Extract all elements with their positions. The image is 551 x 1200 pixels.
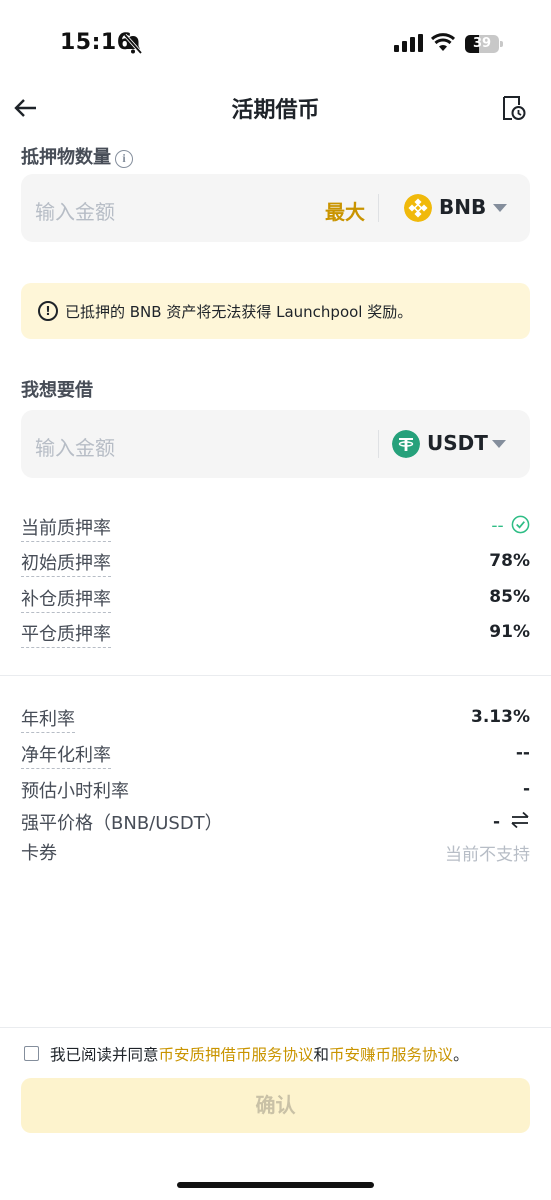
agreement-text: 我已阅读并同意币安质押借币服务协议和币安赚币服务协议。: [50, 1043, 469, 1065]
liquidation-price-label: 强平价格（BNB/USDT）: [21, 813, 223, 834]
current-ltv-value-text: --: [491, 516, 504, 536]
liquidation-ltv-label[interactable]: 平仓质押率: [21, 620, 111, 648]
header: 活期借币: [0, 82, 551, 134]
collateral-label-text: 抵押物数量: [21, 147, 111, 168]
borrow-amount-input[interactable]: 输入金额 USDT: [21, 410, 530, 478]
input-divider: [378, 430, 379, 458]
order-history-icon[interactable]: [501, 94, 527, 122]
hourly-rate-value: -: [522, 779, 530, 799]
borrow-label: 我想要借: [21, 380, 93, 401]
initial-ltv-value: 78%: [489, 551, 530, 571]
alert-icon: !: [38, 301, 58, 321]
collateral-asset-name: BNB: [439, 195, 487, 219]
margin-call-ltv-value: 85%: [489, 587, 530, 607]
collateral-amount-placeholder: 输入金额: [35, 200, 115, 224]
home-indicator: [177, 1182, 374, 1188]
signal-icon: [394, 34, 423, 52]
liquidation-price-value-text: -: [493, 812, 501, 832]
launchpool-notice: ! 已抵押的 BNB 资产将无法获得 Launchpool 奖励。: [21, 283, 530, 339]
coupon-label: 卡券: [21, 843, 57, 864]
agreement-prefix: 我已阅读并同意: [50, 1046, 159, 1064]
hourly-rate-label: 预估小时利率: [21, 781, 129, 802]
agreement-and: 和: [313, 1046, 330, 1064]
net-annual-rate-label[interactable]: 净年化利率: [21, 741, 111, 769]
agreement-row: 我已阅读并同意币安质押借币服务协议和币安赚币服务协议。: [24, 1043, 534, 1065]
agreement-suffix: 。: [453, 1046, 469, 1064]
liquidation-ltv-value: 91%: [489, 622, 530, 642]
info-icon[interactable]: i: [115, 150, 133, 168]
notice-text: 已抵押的 BNB 资产将无法获得 Launchpool 奖励。: [65, 303, 413, 321]
wifi-icon: [430, 33, 456, 51]
bell-muted-icon: [123, 33, 143, 55]
status-bar: 15:16 39: [0, 0, 551, 80]
collateral-loan-agreement-link[interactable]: 币安质押借币服务协议: [159, 1046, 314, 1064]
max-button[interactable]: 最大: [325, 196, 365, 225]
liquidation-price-value: -: [493, 811, 530, 832]
chevron-down-icon: [492, 440, 506, 448]
current-ltv-value: --: [491, 515, 530, 536]
net-annual-rate-value: --: [515, 743, 530, 763]
page-title: 活期借币: [231, 98, 320, 123]
bnb-coin-icon: [404, 194, 432, 222]
check-circle-icon: [511, 515, 530, 534]
battery-icon: 39: [465, 35, 503, 53]
borrow-asset-selector[interactable]: USDT: [392, 430, 514, 458]
collateral-label: 抵押物数量 i: [21, 143, 133, 169]
borrow-amount-placeholder: 输入金额: [35, 436, 115, 460]
battery-level: 39: [472, 36, 492, 51]
margin-call-ltv-label[interactable]: 补仓质押率: [21, 585, 111, 613]
coupon-value: 当前不支持: [445, 845, 530, 865]
chevron-down-icon: [493, 204, 507, 212]
initial-ltv-label[interactable]: 初始质押率: [21, 549, 111, 577]
footer-divider: [0, 1027, 551, 1028]
usdt-coin-icon: [392, 430, 420, 458]
input-divider: [378, 194, 379, 222]
collateral-amount-input[interactable]: 输入金额 最大 BNB: [21, 174, 530, 242]
section-divider: [0, 675, 551, 676]
annual-rate-label[interactable]: 年利率: [21, 705, 75, 733]
borrow-asset-name: USDT: [427, 431, 488, 455]
earn-agreement-link[interactable]: 币安赚币服务协议: [329, 1046, 453, 1064]
collateral-asset-selector[interactable]: BNB: [404, 194, 514, 222]
agreement-checkbox[interactable]: [24, 1046, 39, 1061]
confirm-button[interactable]: 确认: [21, 1078, 530, 1133]
annual-rate-value: 3.13%: [471, 707, 530, 727]
current-ltv-label[interactable]: 当前质押率: [21, 514, 111, 542]
swap-arrows-icon[interactable]: [510, 811, 530, 829]
